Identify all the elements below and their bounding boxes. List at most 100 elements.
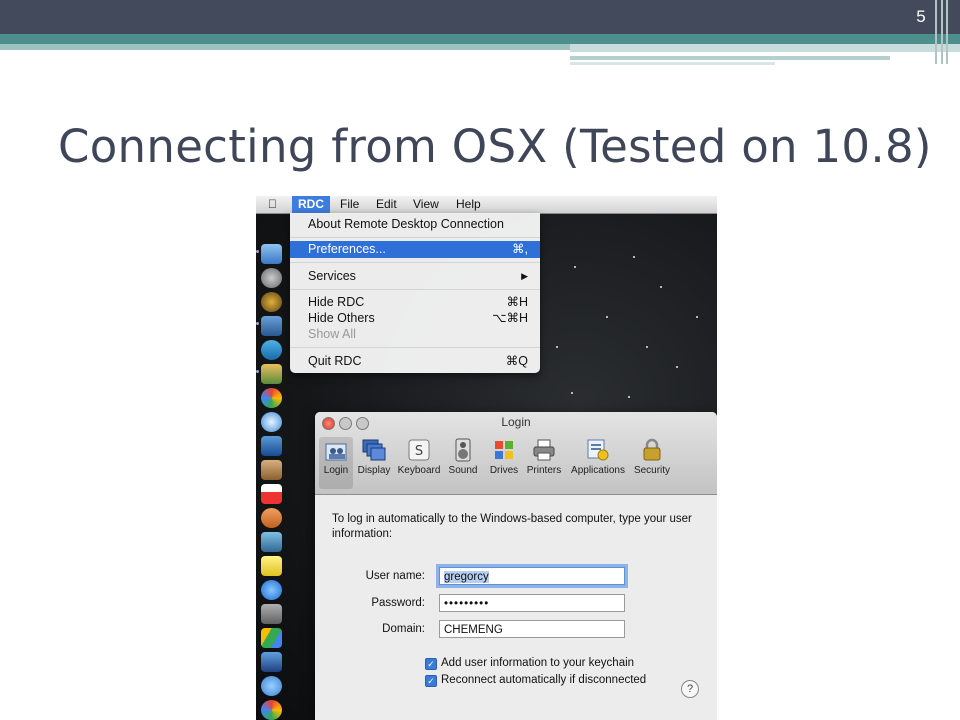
domain-field[interactable]: CHEMENG — [439, 620, 625, 638]
menu-item-label: About Remote Desktop Connection — [308, 217, 504, 231]
login-pane: To log in automatically to the Windows-b… — [315, 495, 717, 720]
toolbar-keyboard[interactable]: S Keyboard — [395, 437, 443, 489]
toolbar-sound-label: Sound — [448, 465, 478, 476]
toolbar-drives[interactable]: Drives — [485, 437, 523, 489]
header-accent-bar — [0, 34, 960, 44]
slide-title: Connecting from OSX (Tested on 10.8) — [58, 120, 932, 173]
password-field[interactable]: ••••••••• — [439, 594, 625, 612]
menu-edit[interactable]: Edit — [376, 197, 397, 211]
menu-separator — [290, 289, 540, 290]
app-icon[interactable] — [261, 364, 282, 384]
reconnect-checkbox[interactable]: ✓ Reconnect automatically if disconnected — [425, 674, 646, 687]
contacts-icon[interactable] — [261, 460, 282, 480]
keyboard-icon: S — [406, 437, 432, 463]
window-title: Login — [501, 415, 531, 429]
safari-icon[interactable] — [261, 412, 282, 432]
login-icon — [323, 437, 349, 463]
facetime-icon[interactable] — [261, 436, 282, 456]
login-instructions: To log in automatically to the Windows-b… — [332, 513, 692, 540]
menu-item-quit[interactable]: Quit RDC ⌘Q — [290, 353, 540, 369]
preview-icon[interactable] — [261, 532, 282, 552]
toolbar-printers[interactable]: Printers — [523, 437, 565, 489]
menu-item-services[interactable]: Services ▶ — [290, 268, 540, 284]
windows-drive-icon — [491, 437, 517, 463]
toolbar-keyboard-label: Keyboard — [397, 465, 441, 476]
header-bar — [0, 0, 960, 34]
header-decor-line — [570, 44, 960, 52]
toolbar-sound[interactable]: Sound — [445, 437, 481, 489]
header-decor-line — [570, 62, 775, 65]
toolbar-login[interactable]: Login — [319, 437, 353, 489]
star — [646, 346, 648, 348]
reminders-icon[interactable] — [261, 508, 282, 528]
menu-item-hide-others[interactable]: Hide Others ⌥⌘H — [290, 310, 540, 326]
menu-help[interactable]: Help — [456, 197, 481, 211]
menu-item-shortcut: ⌘Q — [505, 354, 528, 368]
page-number: 5 — [916, 7, 926, 26]
dock-running-indicator — [256, 370, 259, 373]
menu-item-label: Services — [308, 269, 356, 283]
apple-icon[interactable]:  — [268, 197, 277, 211]
toolbar-applications[interactable]: Applications — [567, 437, 629, 489]
messages-icon[interactable] — [261, 676, 282, 696]
app-store-icon[interactable] — [261, 580, 282, 600]
menu-rdc[interactable]: RDC — [292, 196, 330, 213]
header-decor-vline — [941, 0, 943, 64]
keychain-checkbox[interactable]: ✓ Add user information to your keychain — [425, 657, 634, 670]
menu-view[interactable]: View — [413, 197, 439, 211]
help-button[interactable]: ? — [681, 680, 699, 698]
password-label: Password: — [371, 597, 425, 609]
star — [660, 286, 662, 288]
window-titlebar: Login Login Display S Keyboard Sound Dri… — [315, 412, 717, 495]
login-preferences-window: Login Login Display S Keyboard Sound Dri… — [315, 412, 717, 720]
username-field[interactable]: gregorcy — [439, 567, 625, 585]
rdc-dropdown-menu: About Remote Desktop Connection Preferen… — [290, 213, 540, 373]
menu-separator — [290, 237, 540, 238]
system-preferences-icon[interactable] — [261, 604, 282, 624]
username-label: User name: — [365, 570, 425, 582]
toolbar-security[interactable]: Security — [631, 437, 673, 489]
chrome-icon[interactable] — [261, 700, 282, 720]
checkmark-icon: ✓ — [425, 658, 437, 670]
finder-icon[interactable] — [261, 244, 282, 264]
dock-running-indicator — [256, 322, 259, 325]
time-machine-icon[interactable] — [261, 292, 282, 312]
menu-separator — [290, 262, 540, 263]
star — [574, 266, 576, 268]
toolbar-printers-label: Printers — [526, 465, 562, 476]
checkmark-icon: ✓ — [425, 675, 437, 687]
launchpad-icon[interactable] — [261, 268, 282, 288]
applications-icon — [585, 437, 611, 463]
toolbar-display[interactable]: Display — [355, 437, 393, 489]
menu-file[interactable]: File — [340, 197, 359, 211]
notes-icon[interactable] — [261, 556, 282, 576]
menu-item-shortcut: ⌥⌘H — [492, 311, 528, 325]
printer-icon — [531, 437, 557, 463]
cisco-icon[interactable] — [261, 340, 282, 360]
star — [633, 256, 635, 258]
header-decor-line — [570, 56, 890, 60]
menu-item-shortcut: ⌘, — [512, 242, 528, 256]
speaker-icon — [450, 437, 476, 463]
menu-item-preferences[interactable]: Preferences... ⌘, — [290, 241, 540, 258]
header-decor-vline — [946, 0, 948, 64]
menu-item-label: Hide Others — [308, 311, 375, 325]
google-drive-icon[interactable] — [261, 628, 282, 648]
header-accent-bar-light — [0, 44, 570, 50]
star — [676, 366, 678, 368]
toolbar-login-label: Login — [323, 465, 349, 476]
calendar-icon[interactable] — [261, 484, 282, 504]
toolbar-drives-label: Drives — [489, 465, 519, 476]
keychain-label: Add user information to your keychain — [441, 657, 635, 669]
photo-icon[interactable] — [261, 652, 282, 672]
username-value: gregorcy — [444, 571, 489, 583]
svg-text:S: S — [415, 444, 423, 459]
lock-icon — [639, 437, 665, 463]
menu-item-about[interactable]: About Remote Desktop Connection — [290, 216, 540, 232]
menu-item-shortcut: ⌘H — [506, 295, 528, 309]
chrome-icon[interactable] — [261, 388, 282, 408]
osx-screenshot:  RDC File Edit View Help About Remote D… — [256, 196, 717, 720]
remote-desktop-icon[interactable] — [261, 316, 282, 336]
menu-item-label: Preferences... — [308, 242, 386, 256]
menu-item-hide-rdc[interactable]: Hide RDC ⌘H — [290, 294, 540, 310]
